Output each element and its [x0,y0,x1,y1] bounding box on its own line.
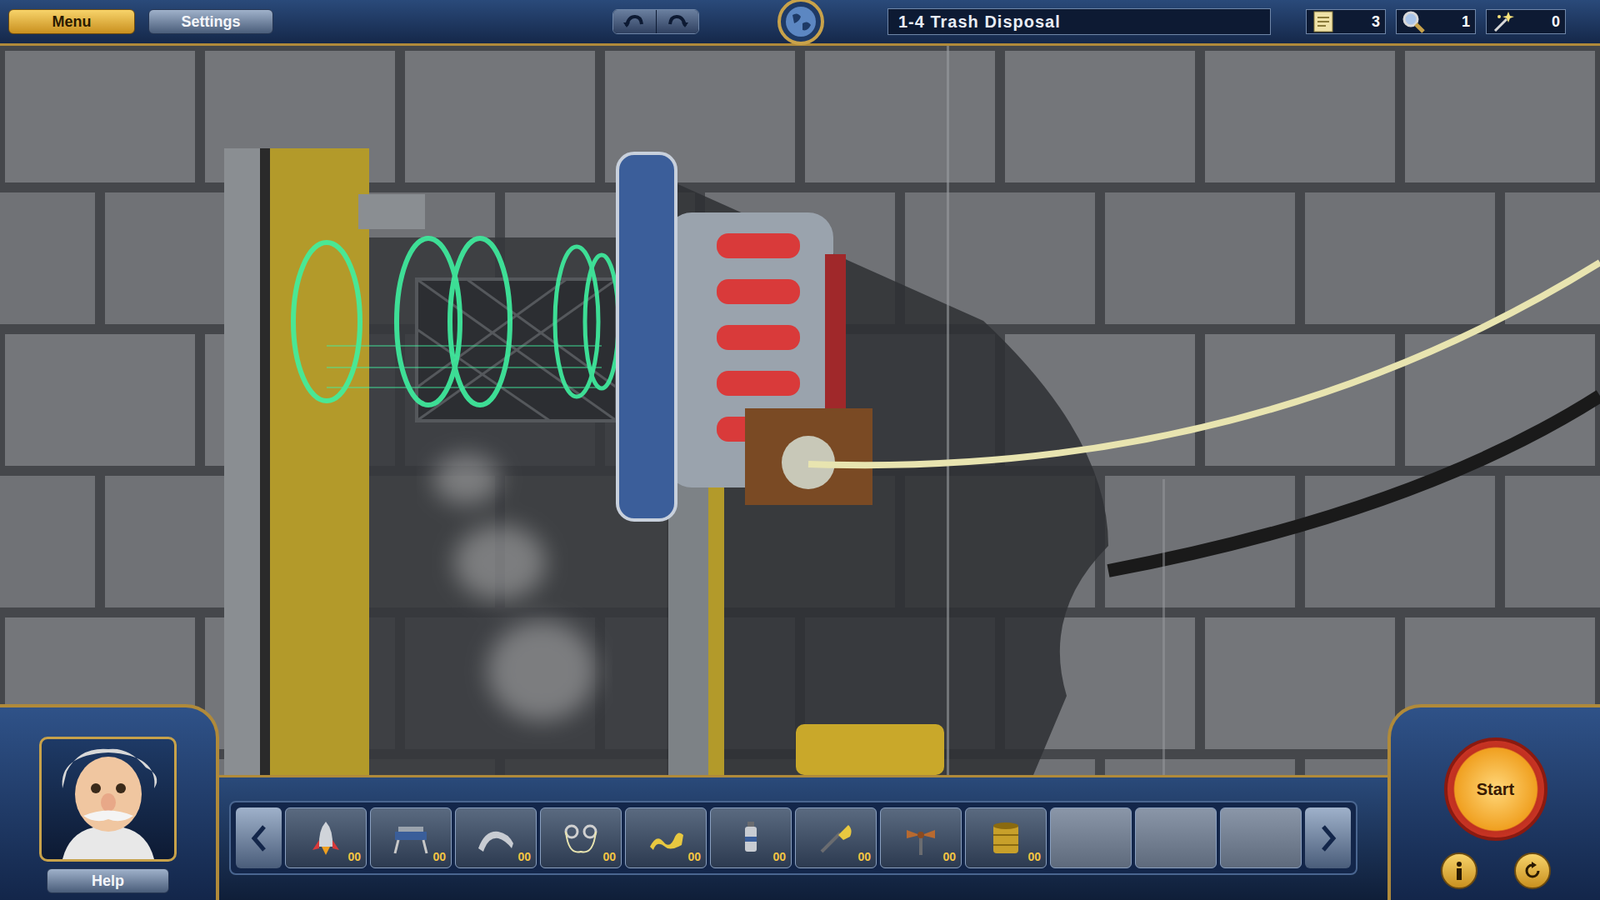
propeller-icon [900,818,942,859]
toolbar-prev-button[interactable] [235,807,282,869]
professor-icon [45,742,171,860]
toolbar-next-button[interactable] [1305,807,1351,869]
empty-slot [1050,807,1132,869]
help-panel: Help [0,704,220,900]
reset-button[interactable] [1514,852,1551,890]
professor-avatar[interactable] [39,736,177,862]
magnifier-icon [1401,10,1425,34]
wand-icon [1491,10,1515,34]
parts-toolbar: 00 00 00 00 00 00 00 00 00 [229,800,1358,875]
pulleys-icon [560,818,602,859]
part-slot[interactable]: 00 [795,807,877,869]
part-slot[interactable]: 00 [285,807,367,869]
metal-sheet-icon [475,818,517,859]
part-count: 00 [772,848,786,866]
part-slot[interactable]: 00 [710,807,792,869]
rocket-icon [305,818,347,859]
info-button[interactable] [1440,852,1478,890]
settings-button[interactable]: Settings [148,9,274,35]
redo-icon [666,14,689,30]
info-icon [1450,860,1468,881]
parts-slots: 00 00 00 00 00 00 00 00 00 [285,807,1302,869]
start-button[interactable]: Start [1444,737,1548,841]
part-slot[interactable]: 00 [455,807,537,869]
part-slot[interactable]: 00 [880,807,962,869]
help-button[interactable]: Help [46,868,170,894]
part-slot[interactable]: 00 [540,807,622,869]
globe-emblem [760,0,842,44]
hint-count: 3 [1371,10,1380,34]
part-count: 00 [602,848,616,866]
magic-counter[interactable]: 0 [1485,9,1566,35]
part-count: 00 [942,848,956,866]
hint-counter[interactable]: 3 [1305,9,1386,35]
trampoline-icon [390,818,432,859]
level-title: 1-4 Trash Disposal [898,9,1061,35]
undo-redo-group [612,9,700,35]
counters: 3 1 0 [1305,9,1566,35]
reset-icon [1522,860,1543,881]
menu-button[interactable]: Menu [8,9,135,35]
part-count: 00 [687,848,701,866]
canister-icon [730,818,772,859]
level-title-box: 1-4 Trash Disposal [887,8,1271,35]
part-slot[interactable]: 00 [370,807,452,869]
undo-button[interactable] [613,10,656,34]
part-count: 00 [347,848,361,866]
part-count: 00 [857,848,871,866]
empty-slot [1220,807,1302,869]
top-bar: Menu Settings 1-4 Trash Disposal 3 1 0 [0,0,1600,46]
redo-button[interactable] [655,10,700,34]
bottom-bar: Help 00 00 00 00 00 00 00 00 00 Start [0,775,1600,900]
machine-scene [0,45,1600,775]
game-scene[interactable] [0,45,1600,775]
spring-icon [645,818,687,859]
small-controls [1440,852,1551,890]
part-count: 00 [517,848,531,866]
undo-icon [623,14,645,30]
zoom-count: 1 [1461,10,1470,34]
note-icon [1311,10,1335,34]
part-slot[interactable]: 00 [965,807,1047,869]
globe-icon [777,0,825,45]
part-count: 00 [1027,848,1041,866]
magic-count: 0 [1551,10,1560,34]
start-label: Start [1476,776,1515,802]
chevron-right-icon [1318,823,1339,854]
control-panel: Start [1387,704,1600,900]
chevron-left-icon [249,823,270,854]
empty-slot [1135,807,1217,869]
part-count: 00 [432,848,446,866]
zoom-counter[interactable]: 1 [1395,9,1476,35]
part-slot[interactable]: 00 [625,807,707,869]
barrel-icon [985,818,1027,859]
shovel-icon [815,818,857,859]
